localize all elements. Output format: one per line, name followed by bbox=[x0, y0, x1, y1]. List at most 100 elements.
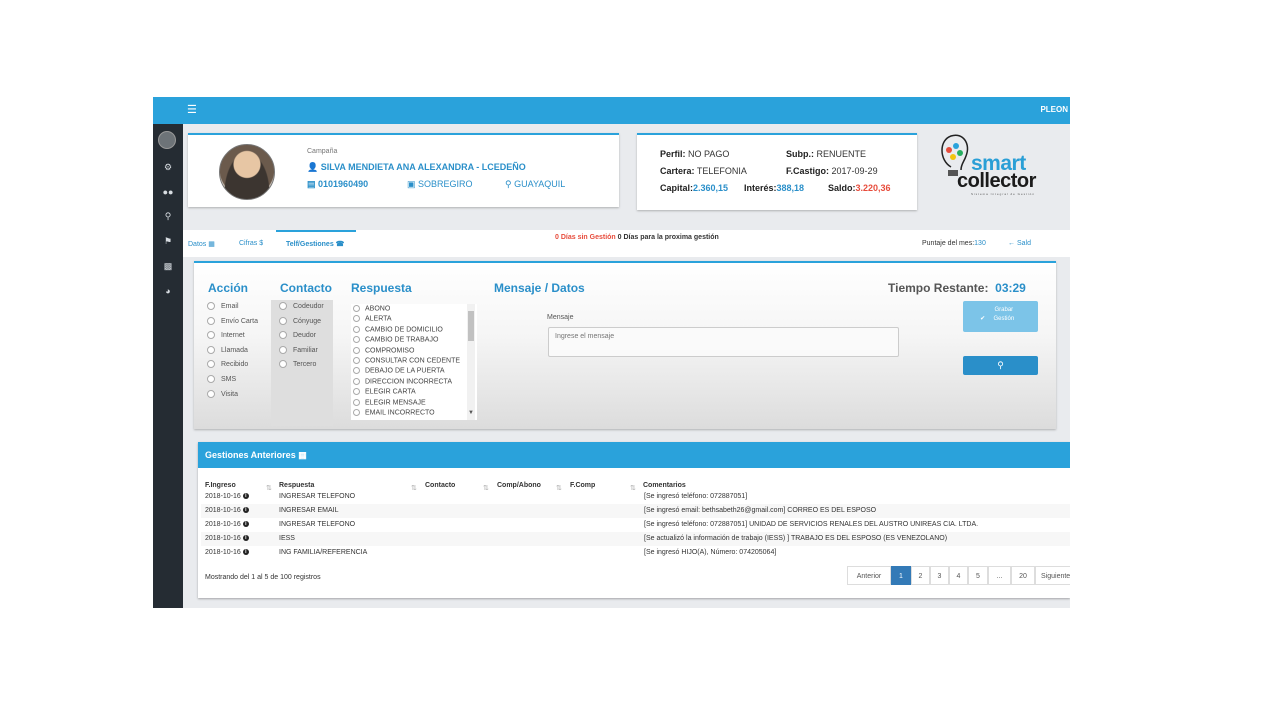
page-button[interactable]: 2 bbox=[911, 566, 930, 585]
radio-button[interactable] bbox=[353, 315, 360, 323]
page-button[interactable]: 5 bbox=[968, 566, 988, 585]
radio-option[interactable]: Envío Carta bbox=[207, 316, 258, 325]
radio-option[interactable]: Internet bbox=[207, 331, 245, 340]
search-button[interactable]: ⚲ bbox=[963, 356, 1038, 375]
radio-button[interactable] bbox=[353, 305, 360, 312]
column-header[interactable]: F.Comp bbox=[570, 482, 595, 489]
tab-telf[interactable]: Telf/Gestiones ☎ bbox=[286, 240, 344, 248]
gear-icon[interactable]: ⚙ bbox=[159, 162, 177, 173]
column-header[interactable]: Comp/Abono bbox=[497, 482, 541, 489]
tab-datos[interactable]: Datos ▦ bbox=[188, 240, 215, 248]
info-icon[interactable]: i bbox=[242, 507, 249, 514]
puntaje-label: Puntaje del mes: bbox=[922, 240, 975, 247]
radio-button[interactable] bbox=[207, 389, 215, 398]
radio-button[interactable] bbox=[279, 360, 287, 369]
radio-button[interactable] bbox=[353, 377, 360, 385]
mensaje-input[interactable] bbox=[548, 327, 899, 357]
column-header[interactable]: F.Ingreso bbox=[205, 482, 236, 489]
puntaje-value: 130 bbox=[974, 240, 986, 247]
radio-option[interactable]: Visita bbox=[207, 389, 238, 398]
respuesta-scrollbar[interactable]: ▼ bbox=[467, 304, 475, 420]
column-header[interactable]: Contacto bbox=[425, 482, 455, 489]
respuesta-label: ABONO bbox=[365, 305, 391, 313]
radio-button[interactable] bbox=[353, 388, 360, 396]
user-name[interactable]: PLEON bbox=[1040, 105, 1068, 114]
info-icon[interactable]: i bbox=[242, 535, 249, 542]
hamburger-icon[interactable]: ☰ bbox=[187, 103, 197, 116]
column-header[interactable]: Comentarios bbox=[643, 482, 686, 489]
radio-button[interactable] bbox=[353, 409, 360, 416]
users-icon[interactable]: ●● bbox=[159, 187, 177, 197]
page-button[interactable]: Anterior bbox=[847, 566, 891, 585]
respuesta-option[interactable]: CONSULTAR CON CEDENTE bbox=[353, 357, 460, 364]
radio-option[interactable]: Llamada bbox=[207, 345, 248, 354]
respuesta-option[interactable]: DIRECCION INCORRECTA bbox=[353, 377, 452, 385]
respuesta-option[interactable]: ABONO bbox=[353, 305, 390, 312]
respuesta-option[interactable]: COMPROMISO bbox=[353, 346, 414, 354]
radio-option[interactable]: Email bbox=[207, 302, 239, 310]
respuesta-listbox[interactable]: ABONO ALERTA CAMBIO DE DOMICILIO CAMBIO DE … bbox=[351, 304, 477, 420]
radio-button[interactable] bbox=[279, 316, 287, 325]
radio-button[interactable] bbox=[207, 375, 215, 383]
radio-button[interactable] bbox=[207, 302, 215, 310]
radio-button[interactable] bbox=[353, 367, 360, 375]
radio-button[interactable] bbox=[353, 336, 360, 344]
respuesta-option[interactable]: ALERTA bbox=[353, 315, 392, 323]
saldo-link-label: Sald bbox=[1016, 240, 1031, 247]
respuesta-option[interactable]: ELEGIR CARTA bbox=[353, 388, 416, 396]
radio-option[interactable]: Cónyuge bbox=[279, 316, 321, 325]
radio-option[interactable]: Codeudor bbox=[279, 302, 324, 310]
scroll-thumb[interactable] bbox=[468, 311, 474, 341]
page-button[interactable]: 20 bbox=[1011, 566, 1035, 585]
respuesta-option[interactable]: ELEGIR MENSAJE bbox=[353, 398, 426, 406]
sort-icon[interactable]: ⇅ bbox=[556, 484, 562, 492]
saldo-row: Saldo:3.220,36 bbox=[828, 183, 891, 193]
radio-button[interactable] bbox=[353, 346, 360, 354]
debtor-name[interactable]: 👤 SILVA MENDIETA ANA ALEXANDRA - LCEDEÑO bbox=[307, 162, 526, 173]
info-icon[interactable]: i bbox=[242, 521, 249, 528]
avatar[interactable] bbox=[158, 131, 176, 149]
radio-option[interactable]: Recibido bbox=[207, 360, 248, 369]
grabar-gestion-button[interactable]: ✔ Grabar Gestión bbox=[963, 301, 1038, 332]
radio-button[interactable] bbox=[279, 302, 287, 310]
cell-respuesta: INGRESAR EMAIL bbox=[279, 507, 339, 514]
sort-icon[interactable]: ⇅ bbox=[630, 484, 636, 492]
radio-option[interactable]: Deudor bbox=[279, 331, 316, 340]
page-button[interactable]: Siguiente bbox=[1035, 566, 1070, 585]
subp-row: Subp.: RENUENTE bbox=[786, 149, 866, 159]
radio-button[interactable] bbox=[353, 398, 360, 406]
respuesta-option[interactable]: CAMBIO DE TRABAJO bbox=[353, 336, 438, 344]
sort-icon[interactable]: ⇅ bbox=[411, 484, 417, 492]
info-icon[interactable]: i bbox=[242, 493, 249, 500]
sort-icon[interactable]: ⇅ bbox=[266, 484, 272, 492]
flag-icon[interactable]: ⚑ bbox=[159, 236, 177, 247]
respuesta-option[interactable]: EMAIL INCORRECTO bbox=[353, 409, 435, 416]
radio-button[interactable] bbox=[279, 345, 287, 354]
radio-button[interactable] bbox=[279, 331, 287, 340]
radio-label: Email bbox=[221, 302, 239, 310]
radio-button[interactable] bbox=[207, 316, 215, 325]
scroll-down-icon[interactable]: ▼ bbox=[468, 410, 474, 416]
respuesta-option[interactable]: DEBAJO DE LA PUERTA bbox=[353, 367, 445, 375]
radio-button[interactable] bbox=[353, 357, 360, 364]
saldo-link[interactable]: ← Sald bbox=[1008, 240, 1031, 247]
radio-option[interactable]: Familiar bbox=[279, 345, 318, 354]
respuesta-option[interactable]: CAMBIO DE DOMICILIO bbox=[353, 325, 443, 333]
chart-icon[interactable]: ◕ bbox=[159, 286, 177, 296]
radio-option[interactable]: SMS bbox=[207, 375, 236, 383]
page-button[interactable]: 3 bbox=[930, 566, 949, 585]
radio-option[interactable]: Tercero bbox=[279, 360, 316, 369]
page-button[interactable]: ... bbox=[988, 566, 1011, 585]
radio-button[interactable] bbox=[353, 325, 360, 333]
info-icon[interactable]: i bbox=[242, 549, 249, 556]
money-icon[interactable]: ▩ bbox=[159, 261, 177, 272]
search-icon[interactable]: ⚲ bbox=[159, 211, 177, 222]
tab-cifras[interactable]: Cifras $ bbox=[239, 240, 263, 247]
radio-button[interactable] bbox=[207, 345, 215, 354]
column-header[interactable]: Respuesta bbox=[279, 482, 314, 489]
page-button[interactable]: 1 bbox=[891, 566, 911, 585]
page-button[interactable]: 4 bbox=[949, 566, 968, 585]
radio-button[interactable] bbox=[207, 360, 215, 369]
sort-icon[interactable]: ⇅ bbox=[483, 484, 489, 492]
radio-button[interactable] bbox=[207, 331, 215, 340]
